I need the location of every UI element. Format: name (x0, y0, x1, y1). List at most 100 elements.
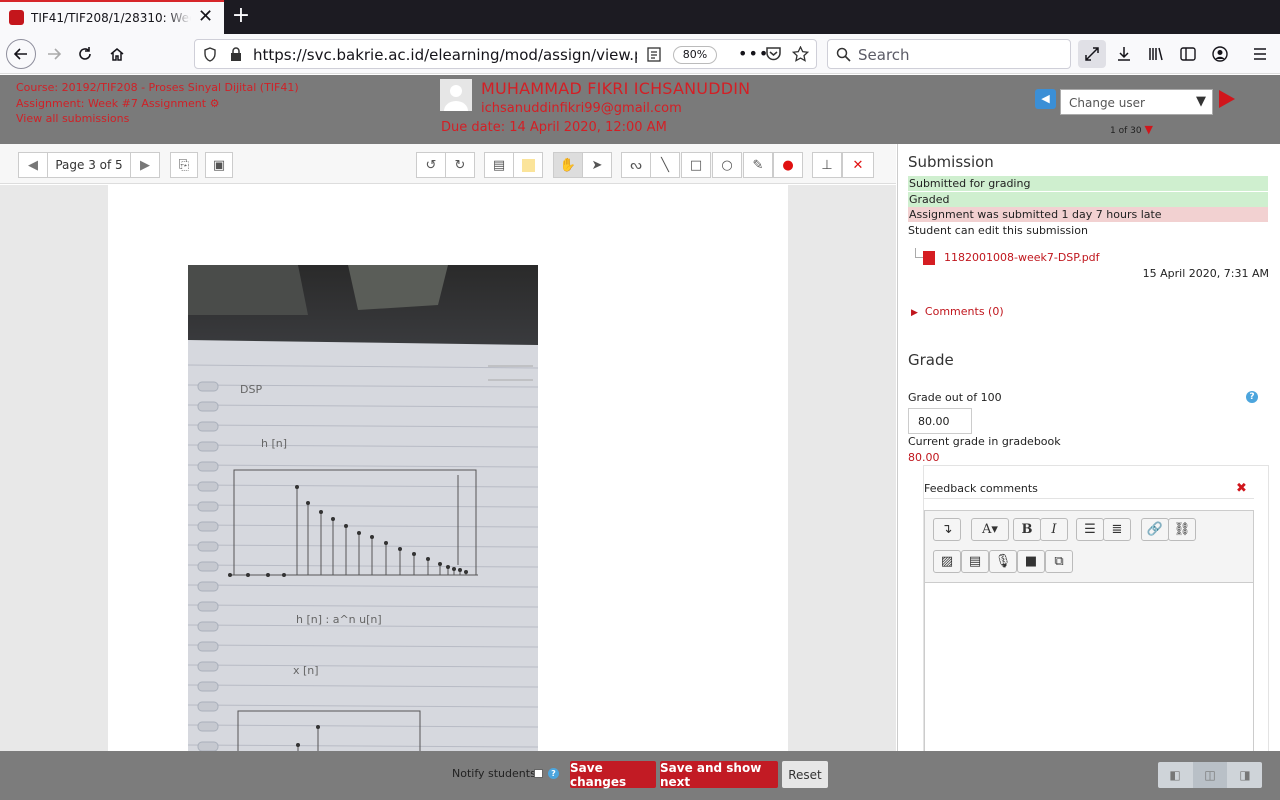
menu-button[interactable] (1246, 40, 1274, 68)
rectangle-tool-button[interactable]: □ (681, 152, 711, 178)
notify-students-checkbox[interactable] (534, 769, 543, 778)
prev-page-button[interactable]: ◀ (18, 152, 48, 178)
record-audio-button[interactable]: 🎙 (989, 550, 1017, 573)
filter-icon[interactable]: ▼ (1144, 123, 1152, 136)
next-page-button[interactable]: ▶ (130, 152, 160, 178)
comments-toggle[interactable]: ▶ Comments (0) (911, 305, 1004, 318)
collapse-red-x-icon[interactable]: ✖ (1236, 481, 1247, 496)
manage-files-button[interactable]: ⧉ (1045, 550, 1073, 573)
grade-label: Grade out of 100 (908, 391, 1002, 404)
reset-button[interactable]: Reset (782, 761, 828, 788)
settings-gear-icon[interactable]: ⚙ (210, 97, 220, 110)
grade-input[interactable]: 80.00 (908, 408, 972, 434)
cursor-icon: ➤ (591, 157, 603, 173)
user-fullname[interactable]: MUHAMMAD FIKRI ICHSANUDDIN (481, 79, 750, 98)
sidebar-button[interactable] (1174, 40, 1202, 68)
handwritten-x-label: x [n] (293, 664, 319, 677)
media-file-icon: ▤ (968, 554, 982, 569)
help-icon[interactable]: ? (1246, 391, 1258, 403)
handwritten-h-label: h [n] (261, 437, 287, 450)
layout-default-button[interactable]: ◫ (1193, 762, 1227, 788)
handwritten-title: DSP (240, 383, 262, 396)
feedback-editor[interactable] (924, 582, 1254, 751)
unlink-button[interactable]: ⛓ (1168, 518, 1196, 541)
downloads-button[interactable] (1110, 40, 1138, 68)
numbered-list-icon: ≣ (1111, 522, 1123, 537)
grading-action-bar: Notify students ? Save changes Save and … (0, 751, 1280, 800)
layout-collapse-grade-button[interactable]: ◧ (1158, 762, 1192, 788)
italic-button[interactable]: I (1040, 518, 1068, 541)
lock-icon[interactable] (230, 47, 242, 62)
save-and-next-button[interactable]: Save and show next (660, 761, 778, 789)
course-link[interactable]: Course: 20192/TIF208 - Proses Sinyal Dij… (16, 80, 299, 96)
page-select[interactable]: Page 3 of 5 (47, 152, 131, 178)
notify-help-icon[interactable]: ? (548, 768, 559, 779)
comments-label[interactable]: Comments (0) (925, 305, 1004, 318)
font-style-icon: A▾ (982, 522, 998, 537)
pan-tool-button[interactable]: ✋ (553, 152, 583, 178)
hand-icon: ✋ (559, 157, 577, 173)
pocket-icon[interactable] (765, 46, 782, 62)
insert-media-button[interactable]: ▤ (961, 550, 989, 573)
shield-icon[interactable] (203, 47, 217, 62)
fullscreen-button[interactable] (1078, 40, 1106, 68)
url-text[interactable]: https://svc.bakrie.ac.id/elearning/mod/a… (253, 46, 637, 64)
new-tab-button[interactable]: + (230, 3, 252, 29)
assignment-label[interactable]: Assignment: Week #7 Assignment (16, 97, 206, 110)
bookmark-star-icon[interactable] (792, 46, 809, 62)
line-tool-button[interactable]: ╲ (650, 152, 680, 178)
next-user-button[interactable] (1219, 90, 1235, 108)
due-date: Due date: 14 April 2020, 12:00 AM (441, 120, 667, 135)
reload-button[interactable] (71, 40, 99, 68)
submission-heading: Submission (908, 153, 994, 171)
forward-button[interactable] (40, 40, 68, 68)
close-tab-icon[interactable]: ✕ (198, 8, 213, 26)
font-style-button[interactable]: A▾ (971, 518, 1009, 541)
highlight-tool-button[interactable]: ✎ (743, 152, 773, 178)
comment-color-button[interactable] (513, 152, 543, 178)
bold-icon: B (1021, 522, 1033, 537)
annotation-color-button[interactable]: ● (773, 152, 803, 178)
insert-image-button[interactable]: ▨ (933, 550, 961, 573)
search-bar[interactable]: Search (827, 39, 1071, 69)
rotate-left-button[interactable]: ↺ (416, 152, 446, 178)
select-tool-button[interactable]: ➤ (582, 152, 612, 178)
numbered-list-button[interactable]: ≣ (1103, 518, 1131, 541)
notify-students-label: Notify students (452, 767, 536, 780)
oval-tool-button[interactable]: ○ (712, 152, 742, 178)
red-drop-icon: ● (782, 157, 794, 173)
search-comments-button[interactable]: ⎘ (170, 152, 198, 178)
account-button[interactable] (1206, 40, 1234, 68)
link-button[interactable]: 🔗 (1141, 518, 1169, 541)
address-bar[interactable]: https://svc.bakrie.ac.id/elearning/mod/a… (194, 39, 817, 69)
delete-annotation-button[interactable]: ✕ (842, 152, 874, 178)
layout-collapse-review-button[interactable]: ◨ (1228, 762, 1262, 788)
bullet-list-button[interactable]: ☰ (1076, 518, 1104, 541)
record-video-button[interactable]: ■ (1017, 550, 1045, 573)
assignment-link[interactable]: Assignment: Week #7 Assignment ⚙ (16, 96, 299, 112)
layout-toggle-group: ◧ ◫ ◨ (1158, 762, 1262, 788)
zoom-level-badge[interactable]: 80% (673, 46, 717, 64)
home-button[interactable] (103, 40, 131, 68)
pdf-page[interactable]: DSP h [n] h [n] : a^n u[n] x [n] (108, 185, 788, 751)
expand-comments-button[interactable]: ▣ (205, 152, 233, 178)
pen-tool-button[interactable]: ᔓ (621, 152, 651, 178)
rotate-right-button[interactable]: ↻ (445, 152, 475, 178)
view-all-submissions-link[interactable]: View all submissions (16, 111, 299, 127)
browser-tab[interactable]: TIF41/TIF208/1/28310: Week ✕ (0, 0, 224, 34)
previous-user-button[interactable]: ◀ (1035, 89, 1056, 109)
page-label: Page 3 of 5 (55, 158, 123, 172)
save-changes-button[interactable]: Save changes (570, 761, 656, 789)
change-user-select[interactable]: Change user ▼ (1060, 89, 1213, 115)
bold-button[interactable]: B (1013, 518, 1041, 541)
comment-tool-button[interactable]: ▤ (484, 152, 514, 178)
reader-view-icon[interactable] (647, 47, 661, 62)
stamp-tool-button[interactable]: ⊥ (812, 152, 842, 178)
back-button[interactable] (6, 39, 36, 69)
submission-file-link[interactable]: 1182001008-week7-DSP.pdf (944, 251, 1100, 264)
back-arrow-icon (13, 48, 27, 60)
toolbar-toggle-button[interactable]: ↴ (933, 518, 961, 541)
home-icon (110, 48, 124, 61)
pdf-viewer[interactable]: DSP h [n] h [n] : a^n u[n] x [n] (0, 185, 896, 751)
library-button[interactable] (1142, 40, 1170, 68)
